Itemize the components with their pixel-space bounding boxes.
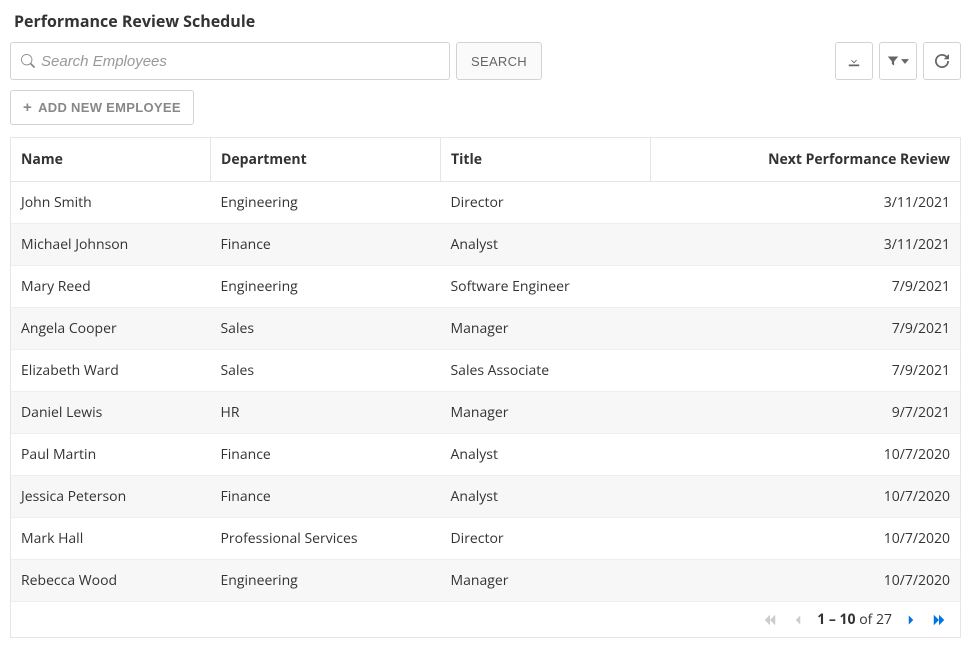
cell-title: Director <box>441 182 651 224</box>
actions-row: + ADD NEW EMPLOYEE <box>10 90 961 125</box>
cell-title: Software Engineer <box>441 266 651 308</box>
chevron-double-left-icon <box>763 613 777 627</box>
refresh-icon <box>935 54 949 68</box>
add-employee-label: ADD NEW EMPLOYEE <box>38 100 181 115</box>
cell-next_review: 10/7/2020 <box>651 476 961 518</box>
cell-title: Analyst <box>441 434 651 476</box>
cell-title: Manager <box>441 560 651 602</box>
cell-department: Finance <box>211 224 441 266</box>
table-row[interactable]: Mary ReedEngineeringSoftware Engineer7/9… <box>11 266 961 308</box>
cell-next_review: 3/11/2021 <box>651 224 961 266</box>
cell-next_review: 7/9/2021 <box>651 266 961 308</box>
cell-next_review: 10/7/2020 <box>651 518 961 560</box>
cell-name: Mark Hall <box>11 518 211 560</box>
cell-department: Professional Services <box>211 518 441 560</box>
cell-name: Angela Cooper <box>11 308 211 350</box>
plus-icon: + <box>23 100 32 115</box>
search-field-wrap <box>10 42 450 80</box>
cell-name: Paul Martin <box>11 434 211 476</box>
table-header-row: Name Department Title Next Performance R… <box>11 138 961 182</box>
cell-title: Director <box>441 518 651 560</box>
table-row[interactable]: Rebecca WoodEngineeringManager10/7/2020 <box>11 560 961 602</box>
search-button[interactable]: SEARCH <box>456 42 542 80</box>
column-header-title[interactable]: Title <box>441 138 651 182</box>
refresh-button[interactable] <box>923 42 961 80</box>
cell-title: Analyst <box>441 224 651 266</box>
pagination-last-button[interactable] <box>930 613 948 627</box>
cell-name: John Smith <box>11 182 211 224</box>
table-row[interactable]: Paul MartinFinanceAnalyst10/7/2020 <box>11 434 961 476</box>
cell-title: Sales Associate <box>441 350 651 392</box>
cell-department: Sales <box>211 308 441 350</box>
chevron-left-icon <box>792 614 804 626</box>
cell-department: Engineering <box>211 560 441 602</box>
cell-department: Finance <box>211 434 441 476</box>
chevron-double-right-icon <box>932 613 946 627</box>
pagination-first-button[interactable] <box>761 613 779 627</box>
cell-next_review: 10/7/2020 <box>651 560 961 602</box>
column-header-department[interactable]: Department <box>211 138 441 182</box>
cell-department: HR <box>211 392 441 434</box>
pagination-range: 1 – 10 of 27 <box>817 610 892 629</box>
cell-next_review: 7/9/2021 <box>651 350 961 392</box>
cell-department: Sales <box>211 350 441 392</box>
cell-name: Jessica Peterson <box>11 476 211 518</box>
cell-name: Elizabeth Ward <box>11 350 211 392</box>
cell-name: Mary Reed <box>11 266 211 308</box>
cell-title: Manager <box>441 392 651 434</box>
add-employee-button[interactable]: + ADD NEW EMPLOYEE <box>10 90 194 125</box>
table-row[interactable]: Mark HallProfessional ServicesDirector10… <box>11 518 961 560</box>
cell-name: Daniel Lewis <box>11 392 211 434</box>
column-header-name[interactable]: Name <box>11 138 211 182</box>
pagination-next-button[interactable] <box>902 614 920 626</box>
cell-next_review: 3/11/2021 <box>651 182 961 224</box>
cell-department: Finance <box>211 476 441 518</box>
toolbar: SEARCH <box>10 42 961 80</box>
filter-icon <box>887 55 899 67</box>
table-row[interactable]: John SmithEngineeringDirector3/11/2021 <box>11 182 961 224</box>
download-icon <box>847 54 861 68</box>
download-button[interactable] <box>835 42 873 80</box>
table-row[interactable]: Daniel LewisHRManager9/7/2021 <box>11 392 961 434</box>
cell-department: Engineering <box>211 266 441 308</box>
cell-name: Rebecca Wood <box>11 560 211 602</box>
cell-title: Analyst <box>441 476 651 518</box>
table-row[interactable]: Michael JohnsonFinanceAnalyst3/11/2021 <box>11 224 961 266</box>
cell-next_review: 9/7/2021 <box>651 392 961 434</box>
search-input[interactable] <box>11 45 449 78</box>
pagination: 1 – 10 of 27 <box>10 602 961 638</box>
table-row[interactable]: Jessica PetersonFinanceAnalyst10/7/2020 <box>11 476 961 518</box>
cell-next_review: 7/9/2021 <box>651 308 961 350</box>
cell-next_review: 10/7/2020 <box>651 434 961 476</box>
column-header-next-review[interactable]: Next Performance Review <box>651 138 961 182</box>
table-row[interactable]: Elizabeth WardSalesSales Associate7/9/20… <box>11 350 961 392</box>
cell-department: Engineering <box>211 182 441 224</box>
search-icon <box>21 54 35 68</box>
cell-title: Manager <box>441 308 651 350</box>
page-title: Performance Review Schedule <box>10 10 961 32</box>
employee-table: Name Department Title Next Performance R… <box>10 137 961 602</box>
caret-down-icon <box>901 59 909 64</box>
cell-name: Michael Johnson <box>11 224 211 266</box>
table-row[interactable]: Angela CooperSalesManager7/9/2021 <box>11 308 961 350</box>
pagination-prev-button[interactable] <box>789 614 807 626</box>
chevron-right-icon <box>905 614 917 626</box>
filter-button[interactable] <box>879 42 917 80</box>
